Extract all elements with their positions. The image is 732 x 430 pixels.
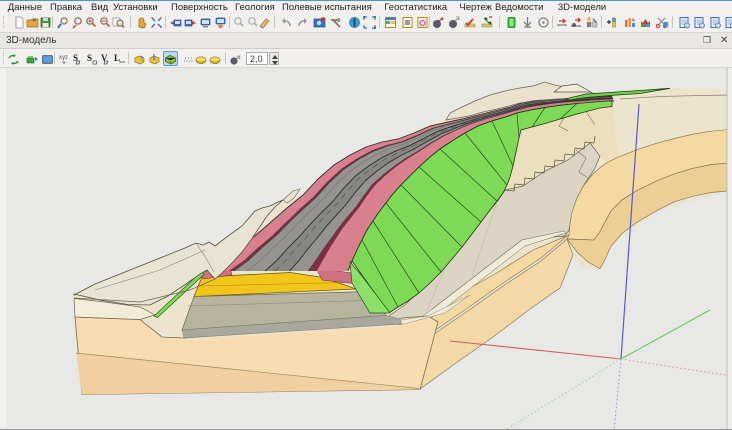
svg-text:id: id <box>237 55 241 61</box>
svg-text:S: S <box>87 53 92 63</box>
svg-text:xyz: xyz <box>59 55 68 61</box>
svg-text:L: L <box>114 53 120 63</box>
